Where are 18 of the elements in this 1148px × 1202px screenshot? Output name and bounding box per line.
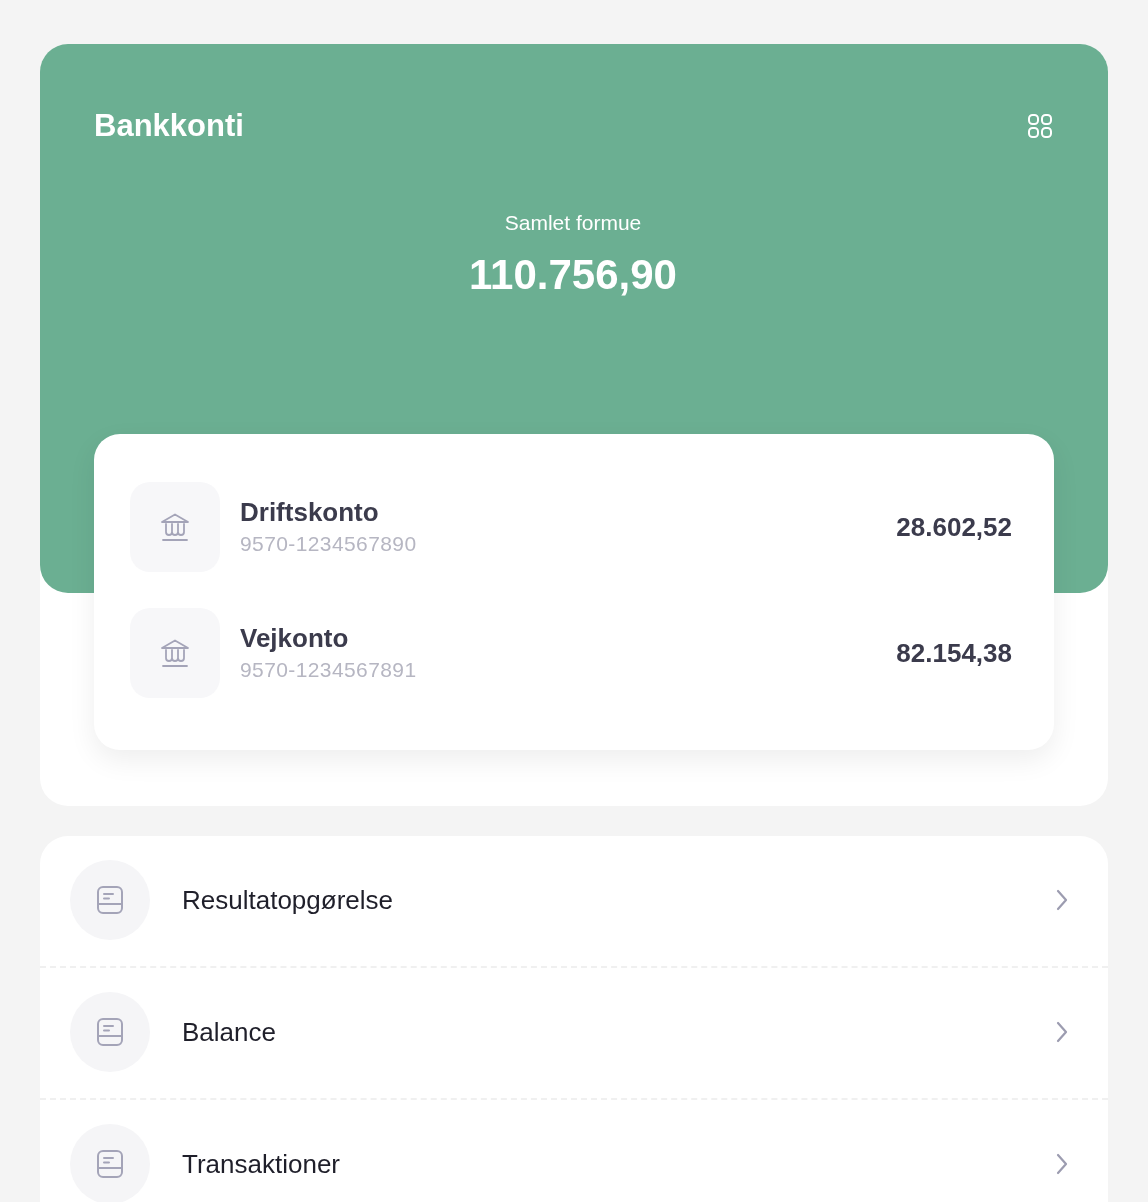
bank-icon xyxy=(130,482,220,572)
account-number: 9570-1234567890 xyxy=(240,531,417,557)
chevron-right-icon xyxy=(1056,889,1068,911)
account-name: Vejkonto xyxy=(240,623,349,653)
account-balance: 82.154,38 xyxy=(896,637,1012,669)
account-number: 9570-1234567891 xyxy=(240,657,417,683)
grid-icon[interactable] xyxy=(1028,114,1052,138)
chevron-right-icon xyxy=(1056,1021,1068,1043)
account-balance: 28.602,52 xyxy=(896,511,1012,543)
menu-item[interactable]: Transaktioner xyxy=(40,1100,1108,1202)
bank-icon xyxy=(130,608,220,698)
account-name: Driftskonto xyxy=(240,497,379,527)
menu-item[interactable]: Balance xyxy=(40,968,1108,1100)
total-amount: 110.756,90 xyxy=(469,250,677,300)
menu-item[interactable]: Resultatopgørelse xyxy=(40,836,1108,968)
chevron-right-icon xyxy=(1056,1153,1068,1175)
panel-title: Bankkonti xyxy=(94,108,244,144)
total-label: Samlet formue xyxy=(504,210,642,236)
